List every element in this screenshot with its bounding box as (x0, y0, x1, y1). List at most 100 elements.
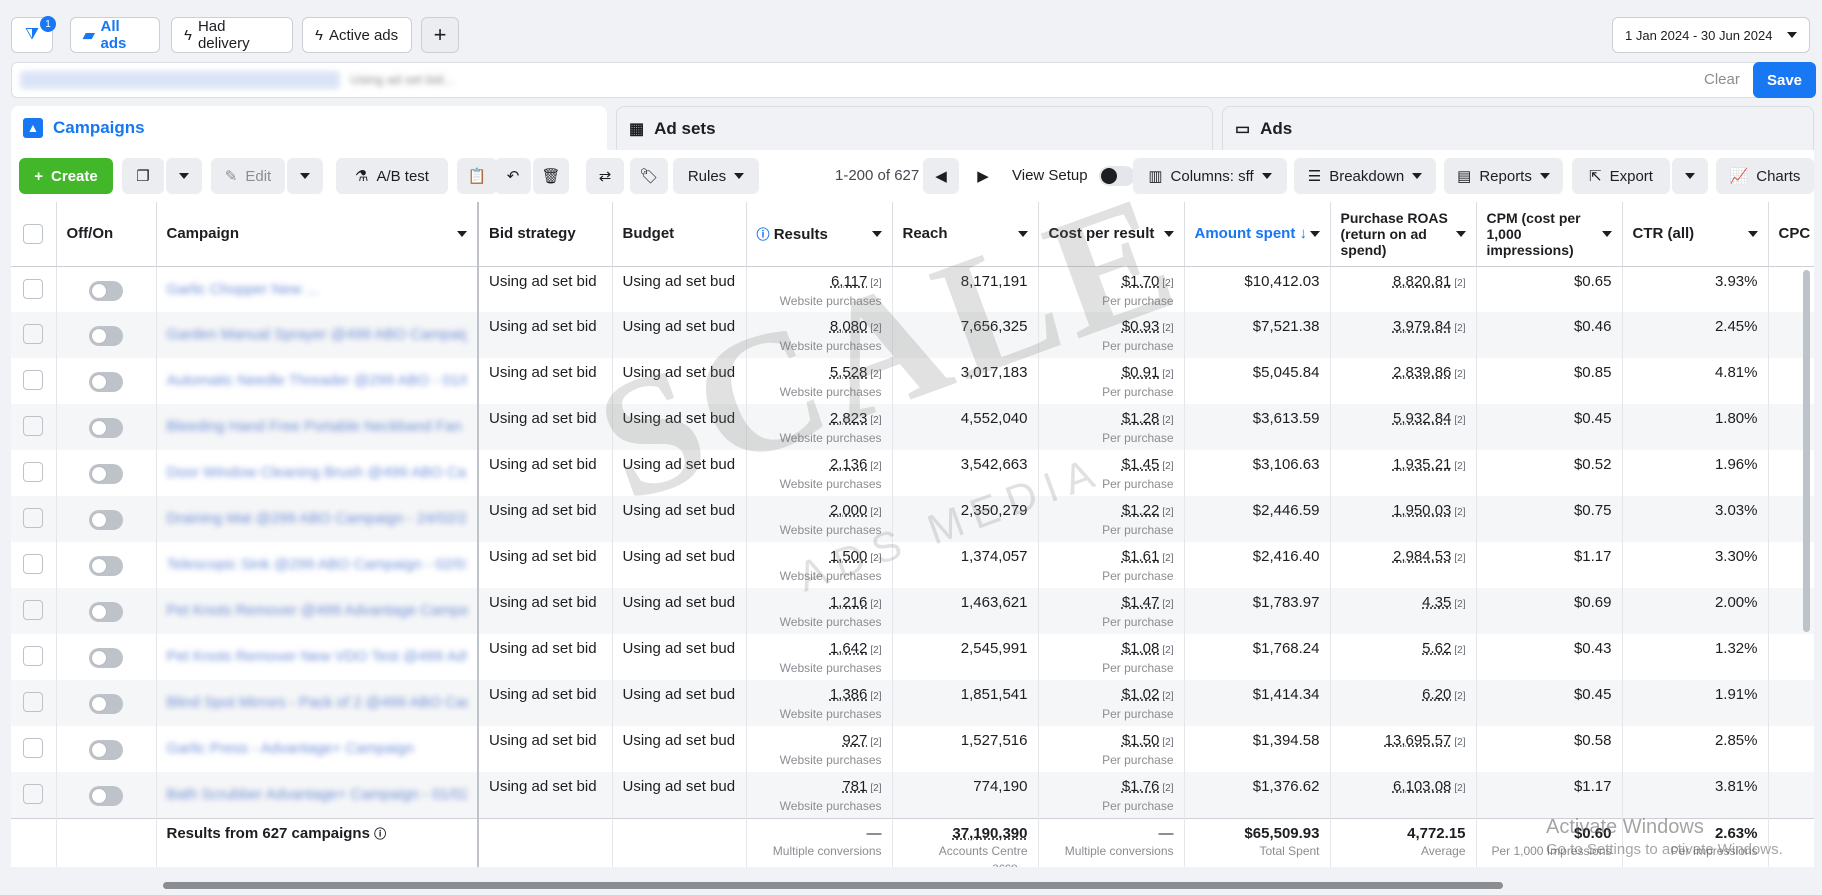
row-checkbox-cell[interactable] (11, 312, 57, 358)
campaign-name-cell[interactable]: Garden Manual Sprayer @499 ABO Campaign … (156, 312, 479, 358)
campaign-toggle[interactable] (89, 602, 123, 622)
cpr-value[interactable]: $1.28 (1122, 410, 1160, 427)
view-setup-toggle[interactable] (1099, 166, 1135, 186)
roas-value[interactable]: 5,932.84 (1393, 410, 1451, 427)
roas-value[interactable]: 6.20 (1422, 686, 1451, 703)
preview-button[interactable]: ⇄ (586, 158, 624, 194)
row-checkbox-cell[interactable] (11, 588, 57, 634)
chevron-down-icon[interactable] (1747, 231, 1758, 237)
campaign-toggle[interactable] (89, 280, 123, 301)
row-checkbox[interactable] (23, 462, 44, 482)
roas-value[interactable]: 4.35 (1422, 594, 1451, 611)
row-checkbox[interactable] (23, 278, 44, 299)
col-roas[interactable]: Purchase ROAS (return on ad spend) (1330, 202, 1477, 267)
row-checkbox[interactable] (23, 600, 44, 620)
campaign-name-link[interactable]: Door Window Cleaning Brush @499 ABO Camp… (167, 450, 468, 482)
roas-value[interactable]: 5.62 (1422, 640, 1451, 657)
search-input[interactable]: Using ad set bid... (350, 72, 454, 87)
campaign-toggle[interactable] (89, 510, 123, 530)
export-dropdown[interactable] (1672, 158, 1708, 194)
duplicate-button[interactable]: ❐ (122, 158, 164, 194)
campaign-name-link[interactable]: Pet Knots Remover New VDO Test @499 Adva… (167, 634, 468, 666)
campaign-toggle[interactable] (89, 694, 123, 714)
roas-value[interactable]: 13,695.57 (1385, 732, 1452, 749)
cpr-value[interactable]: $1.61 (1122, 548, 1160, 565)
table-row[interactable]: Door Window Cleaning Brush @499 ABO Camp… (11, 450, 1814, 496)
save-button[interactable]: Save (1753, 62, 1816, 98)
row-checkbox-cell[interactable] (11, 634, 57, 680)
campaign-name-link[interactable]: Bath Scrubber Advantage+ Campaign - 01/0… (167, 772, 468, 804)
cpr-value[interactable]: $1.45 (1122, 456, 1160, 473)
row-checkbox-cell[interactable] (11, 404, 57, 450)
cpr-value[interactable]: $1.02 (1122, 686, 1160, 703)
campaign-name-cell[interactable]: Blind Spot Mirrors - Pack of 2 @499 ABO … (156, 680, 479, 726)
edit-dropdown[interactable] (287, 158, 323, 194)
tab-ads[interactable]: ▭ Ads (1222, 106, 1814, 150)
campaign-toggle[interactable] (89, 740, 123, 760)
campaign-name-link[interactable]: Garden Manual Sprayer @499 ABO Campaign … (167, 312, 468, 344)
horizontal-scrollbar[interactable] (163, 882, 1503, 889)
campaign-toggle[interactable] (89, 464, 123, 484)
results-value[interactable]: 2,136 (830, 456, 868, 473)
campaign-name-link[interactable]: Telescopic Sink @299 ABO Campaign - 02/0… (167, 542, 468, 574)
results-value[interactable]: 781 (842, 778, 867, 795)
cpr-value[interactable]: $0.93 (1122, 318, 1160, 335)
row-checkbox[interactable] (23, 738, 44, 758)
campaign-name-cell[interactable]: Bath Scrubber Advantage+ Campaign - 01/0… (156, 772, 479, 818)
vertical-scrollbar[interactable] (1803, 270, 1810, 632)
row-checkbox[interactable] (23, 554, 44, 574)
row-toggle-cell[interactable] (56, 266, 157, 312)
chevron-down-icon[interactable] (1017, 231, 1028, 237)
create-button[interactable]: + Create (19, 158, 113, 194)
chip-active-ads[interactable]: ϟ Active ads (302, 17, 412, 53)
results-value[interactable]: 1,500 (830, 548, 868, 565)
select-all-header[interactable] (11, 202, 57, 267)
table-row[interactable]: Pet Knots Remover New VDO Test @499 Adva… (11, 634, 1814, 680)
table-row[interactable]: Automatic Needle Threader @299 ABO - 01/… (11, 358, 1814, 404)
campaign-name-cell[interactable]: Garlic Chopper New ... (156, 266, 479, 312)
chevron-down-icon[interactable] (457, 231, 467, 237)
duplicate-dropdown[interactable] (166, 158, 202, 194)
campaign-toggle[interactable] (89, 418, 123, 438)
campaign-toggle[interactable] (89, 372, 123, 392)
add-filter-button[interactable]: + (421, 17, 459, 53)
campaign-name-link[interactable]: Pet Knots Remover @499 Advantage Campaig… (167, 588, 468, 620)
campaign-name-cell[interactable]: Bleeding Hand Free Portable Neckband Fan… (156, 404, 479, 450)
campaign-toggle[interactable] (89, 786, 123, 806)
chevron-down-icon[interactable] (1601, 231, 1612, 237)
results-value[interactable]: 8,080 (830, 318, 868, 335)
roas-value[interactable]: 2,984.53 (1393, 548, 1451, 565)
row-toggle-cell[interactable] (56, 634, 157, 680)
table-row[interactable]: Bath Scrubber Advantage+ Campaign - 01/0… (11, 772, 1814, 818)
row-checkbox-cell[interactable] (11, 542, 57, 588)
row-toggle-cell[interactable] (56, 726, 157, 772)
tab-campaigns[interactable]: ▲ Campaigns (11, 106, 607, 150)
row-checkbox-cell[interactable] (11, 266, 57, 312)
clear-button[interactable]: Clear (1704, 71, 1740, 88)
cpr-value[interactable]: $1.47 (1122, 594, 1160, 611)
table-row[interactable]: Garden Manual Sprayer @499 ABO Campaign … (11, 312, 1814, 358)
col-cost-per-result[interactable]: Cost per result (1038, 202, 1185, 267)
row-toggle-cell[interactable] (56, 680, 157, 726)
prev-page-button[interactable]: ◀ (923, 158, 959, 194)
results-value[interactable]: 5,528 (830, 364, 868, 381)
campaign-name-cell[interactable]: Garlic Press - Advantage+ Campaign (156, 726, 479, 772)
chip-had-delivery[interactable]: ϟ Had delivery (171, 17, 293, 53)
row-checkbox[interactable] (23, 370, 44, 390)
table-row[interactable]: Garlic Press - Advantage+ Campaign Using… (11, 726, 1814, 772)
campaign-name-cell[interactable]: Automatic Needle Threader @299 ABO - 01/… (156, 358, 479, 404)
campaign-name-link[interactable]: Garlic Chopper New ... (167, 267, 468, 299)
delete-button[interactable]: 🗑 (533, 158, 569, 194)
campaign-toggle[interactable] (89, 326, 123, 346)
row-toggle-cell[interactable] (56, 404, 157, 450)
campaign-toggle[interactable] (89, 556, 123, 576)
row-checkbox-cell[interactable] (11, 358, 57, 404)
table-row[interactable]: Bleeding Hand Free Portable Neckband Fan… (11, 404, 1814, 450)
row-checkbox-cell[interactable] (11, 450, 57, 496)
row-checkbox-cell[interactable] (11, 726, 57, 772)
cpr-value[interactable]: $1.76 (1122, 778, 1160, 795)
results-value[interactable]: 2,000 (830, 502, 868, 519)
charts-button[interactable]: 📈 Charts (1716, 158, 1814, 194)
tag-button[interactable]: 🏷 (630, 158, 668, 194)
chip-all-ads[interactable]: ▰ All ads (70, 17, 160, 53)
